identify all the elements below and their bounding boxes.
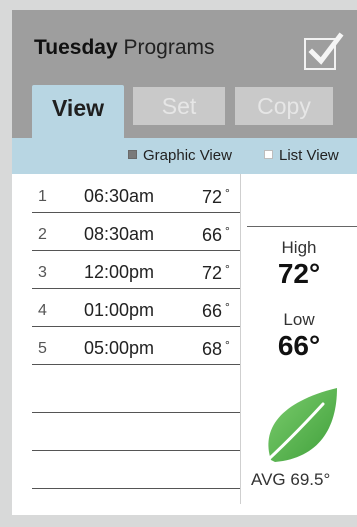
temperature-summary: High 72° Low 66° AVG 69.5° [241,174,357,504]
program-temp: 66 ° [202,300,230,322]
day-label: Tuesday [34,36,118,59]
high-label: High [281,238,317,257]
graphic-view-checkbox[interactable] [128,150,137,159]
list-view-option[interactable]: List View [264,147,339,164]
high-value: 72° [277,258,321,289]
programs-panel: Tuesday Programs View Set Copy Graphic V… [12,10,357,515]
program-row[interactable]: 2 08:30am 66 ° [32,212,240,251]
summary-divider [247,226,357,227]
empty-row-divider [32,412,240,413]
program-number: 4 [38,302,47,319]
degree-unit: ° [225,262,230,276]
program-time: 01:00pm [84,300,155,320]
program-number: 5 [38,340,47,357]
page-title: Tuesday Programs [34,36,215,60]
list-view-label: List View [279,147,339,164]
program-row[interactable]: 1 06:30am 72 ° [32,174,240,213]
program-temp: 66 ° [202,224,230,246]
program-number: 1 [38,188,47,205]
header: Tuesday Programs View Set Copy [12,10,357,138]
low-value: 66° [277,330,321,361]
graphic-view-option[interactable]: Graphic View [128,147,232,164]
program-list: 1 06:30am 72 ° 2 08:30am 66 ° 3 12:00pm 72… [12,174,241,504]
tab-view[interactable]: View [32,85,124,138]
program-number: 3 [38,264,47,281]
program-time: 05:00pm [84,338,155,358]
degree-unit: ° [225,300,230,314]
low-label: Low [283,310,315,329]
degree-unit: ° [225,186,230,200]
leaf-icon [257,388,337,470]
program-time: 08:30am [84,224,155,244]
program-temp: 72 ° [202,262,230,284]
empty-row-divider [32,488,240,489]
program-temp-value: 72 [202,263,223,283]
empty-row-divider [32,450,240,451]
program-temp: 68 ° [202,338,230,360]
program-time: 06:30am [84,186,155,206]
select-checkbox[interactable] [304,32,344,70]
program-temp-value: 72 [202,187,223,207]
view-options-bar: Graphic View List View [12,138,357,174]
program-row[interactable]: 3 12:00pm 72 ° [32,250,240,289]
program-temp: 72 ° [202,186,230,208]
title-suffix: Programs [123,36,215,59]
program-temp-value: 66 [202,301,223,321]
program-number: 2 [38,226,47,243]
degree-unit: ° [225,338,230,352]
tab-set[interactable]: Set [133,87,225,125]
graphic-view-label: Graphic View [143,147,232,164]
program-temp-value: 66 [202,225,223,245]
program-row[interactable]: 5 05:00pm 68 ° [32,326,240,365]
degree-unit: ° [225,224,230,238]
program-time: 12:00pm [84,262,155,282]
check-icon [308,32,344,65]
program-temp-value: 68 [202,339,223,359]
average-temp: AVG 69.5° [251,470,331,489]
list-view-checkbox[interactable] [264,150,273,159]
program-row[interactable]: 4 01:00pm 66 ° [32,288,240,327]
tab-copy[interactable]: Copy [235,87,333,125]
